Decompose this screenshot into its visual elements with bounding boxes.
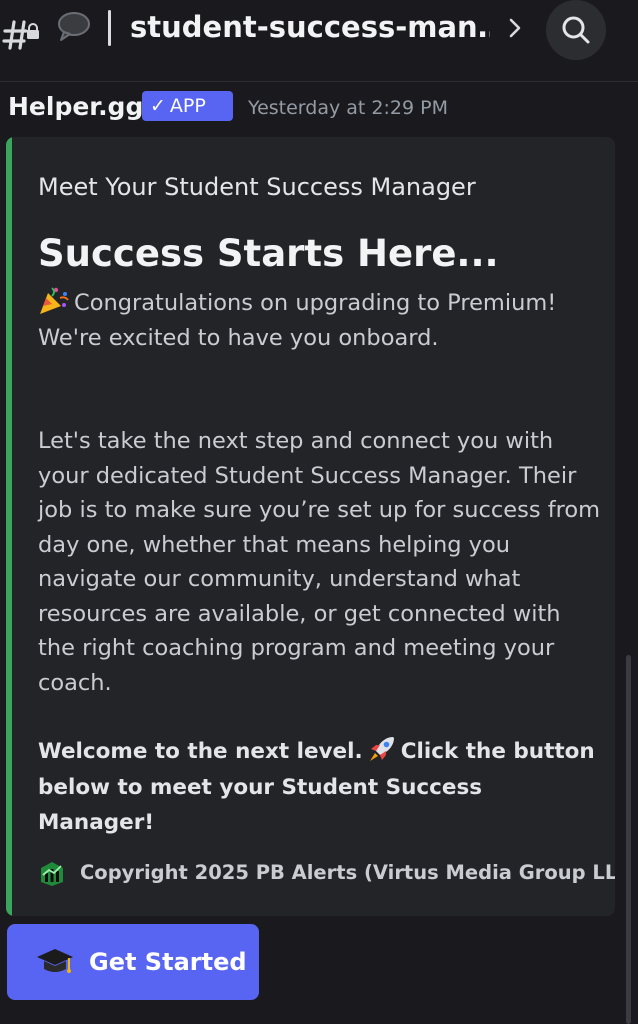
embed-title: Success Starts Here...	[38, 232, 499, 275]
party-popper-icon	[40, 287, 69, 314]
channel-name[interactable]: student-success-man…	[130, 6, 490, 48]
scrollbar[interactable]	[626, 655, 631, 1024]
embed-footer: Copyright 2025 PB Alerts (Virtus Media G…	[38, 857, 615, 889]
message-timestamp: Yesterday at 2:29 PM	[248, 97, 448, 119]
closing-before: Welcome to the next level.	[38, 739, 363, 764]
chevron-right-icon[interactable]	[506, 14, 524, 42]
app-badge: ✓ APP	[142, 91, 233, 121]
search-icon	[562, 16, 590, 44]
app-badge-label: APP	[169, 95, 206, 117]
rocket-icon	[369, 737, 394, 761]
embed-accent-bar	[6, 137, 12, 916]
speech-bubble-icon[interactable]	[56, 10, 92, 42]
check-icon: ✓	[150, 95, 166, 117]
embed-intro: Congratulations on upgrading to Premium!…	[38, 290, 557, 351]
get-started-button[interactable]: Get Started	[7, 924, 259, 1000]
message-header: Helper.gg ✓ APP Yesterday at 2:29 PM	[8, 90, 628, 126]
thread-hash-icon	[2, 20, 39, 50]
get-started-label: Get Started	[89, 948, 247, 976]
embed-body: Let's take the next step and connect you…	[38, 428, 601, 696]
embed-description: Congratulations on upgrading to Premium!…	[38, 285, 604, 841]
embed-footer-text: Copyright 2025 PB Alerts (Virtus Media G…	[80, 861, 615, 884]
chart-logo-icon	[41, 862, 63, 886]
header-divider	[108, 10, 111, 46]
channel-header: student-success-man…	[0, 0, 638, 82]
message-embed: Meet Your Student Success Manager Succes…	[6, 137, 615, 916]
author-name[interactable]: Helper.gg	[8, 90, 143, 124]
search-button[interactable]	[546, 0, 606, 60]
graduation-cap-icon	[37, 949, 73, 973]
embed-author: Meet Your Student Success Manager	[38, 173, 476, 201]
